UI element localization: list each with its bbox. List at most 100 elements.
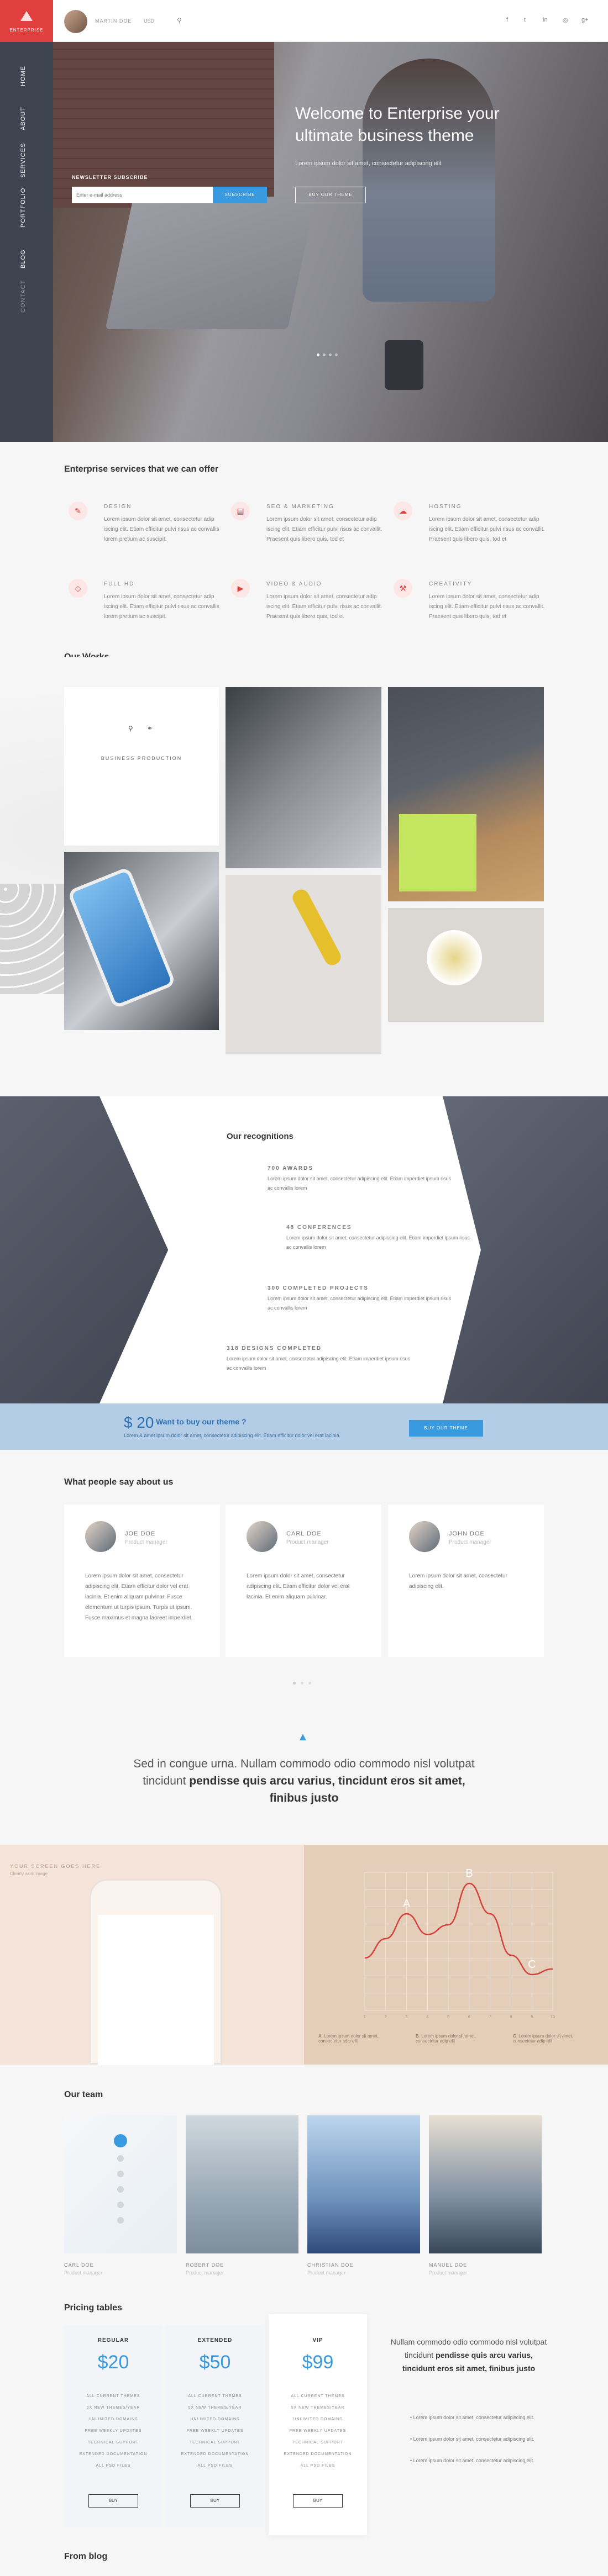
logo[interactable]: ENTERPRISE	[0, 0, 53, 42]
team-member-photo[interactable]	[64, 2115, 177, 2253]
plan-feature: 5X NEW THEMES/YEAR	[291, 2406, 345, 2410]
services-title: Enterprise services that we can offer	[64, 464, 219, 474]
buy-plan-button[interactable]: BUY	[293, 2494, 343, 2508]
work-tile-featured[interactable]: ⚲ ⚭ BUSINESS PRODUCTION	[64, 687, 219, 846]
member-role: Product manager	[186, 2270, 224, 2276]
linkedin-icon[interactable]: in	[543, 17, 548, 23]
dribbble-icon[interactable]: ◎	[563, 17, 568, 24]
slider-dot[interactable]	[323, 353, 326, 356]
annotation-label: A	[403, 1898, 411, 1910]
slider-dot[interactable]	[329, 353, 332, 356]
work-tile[interactable]	[226, 875, 381, 1054]
carousel-dot[interactable]	[308, 1682, 311, 1685]
member-name: CARL DOE	[64, 2262, 94, 2268]
username-dropdown[interactable]: MARTIN DOE	[95, 18, 132, 24]
nav-portfolio[interactable]: PORTFOLIO	[20, 188, 27, 228]
social-icon[interactable]	[117, 2186, 124, 2193]
slider-dot[interactable]	[335, 353, 338, 356]
legend-text: Lorem ipsum dolor sit amet, consectetur …	[318, 2034, 379, 2044]
plan-feature: 5X NEW THEMES/YEAR	[86, 2406, 140, 2410]
subscribe-button[interactable]: SUBSCRIBE	[213, 187, 267, 203]
quote-bold: pendisse quis arcu varius, tincidunt ero…	[189, 1775, 465, 1804]
currency-dropdown[interactable]: USD	[144, 18, 154, 24]
pricing-plan: REGULAR $20 ALL CURRENT THEMES 5X NEW TH…	[64, 2325, 163, 2527]
device-sublabel: Clearly work image	[10, 1871, 48, 1876]
user-avatar[interactable]	[64, 10, 87, 33]
pricing-side-text: Nullam commodo odio commodo nisl volutpa…	[390, 2335, 547, 2375]
plan-feature: 5X NEW THEMES/YEAR	[188, 2406, 242, 2410]
twitter-icon[interactable]: t	[524, 17, 526, 23]
plan-feature: ALL PSD FILES	[96, 2464, 131, 2468]
buy-plan-button[interactable]: BUY	[88, 2494, 138, 2508]
service-item: ◇ FULL HD Lorem ipsum dolor sit amet, co…	[69, 579, 229, 645]
seo-icon: ▤	[231, 502, 250, 520]
watch-image	[290, 886, 344, 968]
service-title: FULL HD	[104, 581, 135, 587]
work-title: BUSINESS PRODUCTION	[101, 756, 182, 761]
nav-contact[interactable]: CONTACT	[20, 280, 27, 313]
chart-legend-item: C. Lorem ipsum dolor sit amet, consectet…	[513, 2034, 573, 2044]
tea-image	[427, 930, 482, 985]
service-item: ☁ HOSTING Lorem ipsum dolor sit amet, co…	[394, 502, 554, 568]
social-icon[interactable]	[114, 2134, 127, 2147]
hero-section	[53, 42, 608, 442]
social-icon[interactable]	[117, 2202, 124, 2208]
team-member-photo[interactable]	[186, 2115, 298, 2253]
hero-overlay	[53, 42, 608, 442]
slider-dot[interactable]	[317, 353, 319, 356]
testimonial-role: Product manager	[286, 1539, 329, 1545]
nav-blog[interactable]: BLOG	[20, 249, 27, 268]
service-title: HOSTING	[429, 504, 462, 510]
x-tick-label: 1	[364, 2015, 366, 2019]
testimonial-role: Product manager	[125, 1539, 167, 1545]
carousel-dot[interactable]	[293, 1682, 296, 1685]
social-icon[interactable]	[117, 2155, 124, 2162]
nav-about[interactable]: ABOUT	[20, 107, 27, 130]
logo-triangle-icon	[20, 11, 33, 21]
link-icon[interactable]: ⚭	[147, 725, 153, 732]
googleplus-icon[interactable]: g+	[581, 17, 589, 23]
work-tile[interactable]	[226, 687, 381, 868]
x-tick-label: 4	[426, 2015, 428, 2019]
facebook-icon[interactable]: f	[506, 17, 508, 23]
creativity-icon: ⚒	[394, 579, 412, 598]
newsletter-email-input[interactable]	[72, 187, 213, 203]
social-icon[interactable]	[117, 2171, 124, 2177]
search-icon[interactable]: ⚲	[177, 17, 182, 24]
work-tile[interactable]	[388, 908, 544, 1022]
legend-label: B	[416, 2034, 419, 2039]
service-title: DESIGN	[104, 504, 132, 510]
newsletter-label: NEWSLETTER SUBSCRIBE	[72, 175, 148, 180]
device-label: YOUR SCREEN GOES HERE	[10, 1864, 101, 1869]
work-tile[interactable]	[388, 687, 544, 901]
phone-mockup	[90, 1879, 222, 2065]
pricing-plan: EXTENDED $50 ALL CURRENT THEMES 5X NEW T…	[166, 2325, 264, 2527]
testimonial-name: CARL DOE	[286, 1530, 322, 1537]
nav-services[interactable]: SERVICES	[20, 143, 27, 178]
buy-theme-button[interactable]: BUY OUR THEME	[295, 187, 366, 203]
pricing-title: Pricing tables	[64, 2303, 122, 2313]
social-icon[interactable]	[117, 2217, 124, 2224]
plan-feature: UNLIMITED DOMAINS	[293, 2417, 343, 2421]
service-text: Lorem ipsum dolor sit amet, consectetur …	[429, 594, 545, 620]
team-member-photo[interactable]	[307, 2115, 420, 2253]
member-role: Product manager	[64, 2270, 103, 2276]
carousel-dot[interactable]	[301, 1682, 303, 1685]
service-title: SEO & MARKETING	[266, 504, 334, 510]
sticky-notes-image	[399, 814, 476, 891]
buy-theme-button[interactable]: BUY OUR THEME	[409, 1420, 483, 1437]
nav-home[interactable]: HOME	[20, 66, 27, 86]
testimonials-title: What people say about us	[64, 1477, 174, 1487]
buy-plan-button[interactable]: BUY	[190, 2494, 240, 2508]
blog-title: From blog	[64, 2552, 108, 2561]
testimonial-text: Lorem ipsum dolor sit amet, consectetur …	[247, 1573, 350, 1600]
recognition-text: Lorem ipsum dolor sit amet, consectetur …	[268, 1176, 452, 1191]
team-member-photo[interactable]	[429, 2115, 542, 2253]
search-icon[interactable]: ⚲	[128, 725, 133, 732]
service-title: CREATIVITY	[429, 581, 473, 587]
work-tile[interactable]	[64, 852, 219, 1030]
bullet-text: Lorem ipsum dolor sit amet, consectetur …	[413, 2458, 534, 2463]
plan-name: REGULAR	[97, 2337, 129, 2343]
recognition-text: Lorem ipsum dolor sit amet, consectetur …	[286, 1235, 470, 1250]
member-role: Product manager	[429, 2270, 468, 2276]
